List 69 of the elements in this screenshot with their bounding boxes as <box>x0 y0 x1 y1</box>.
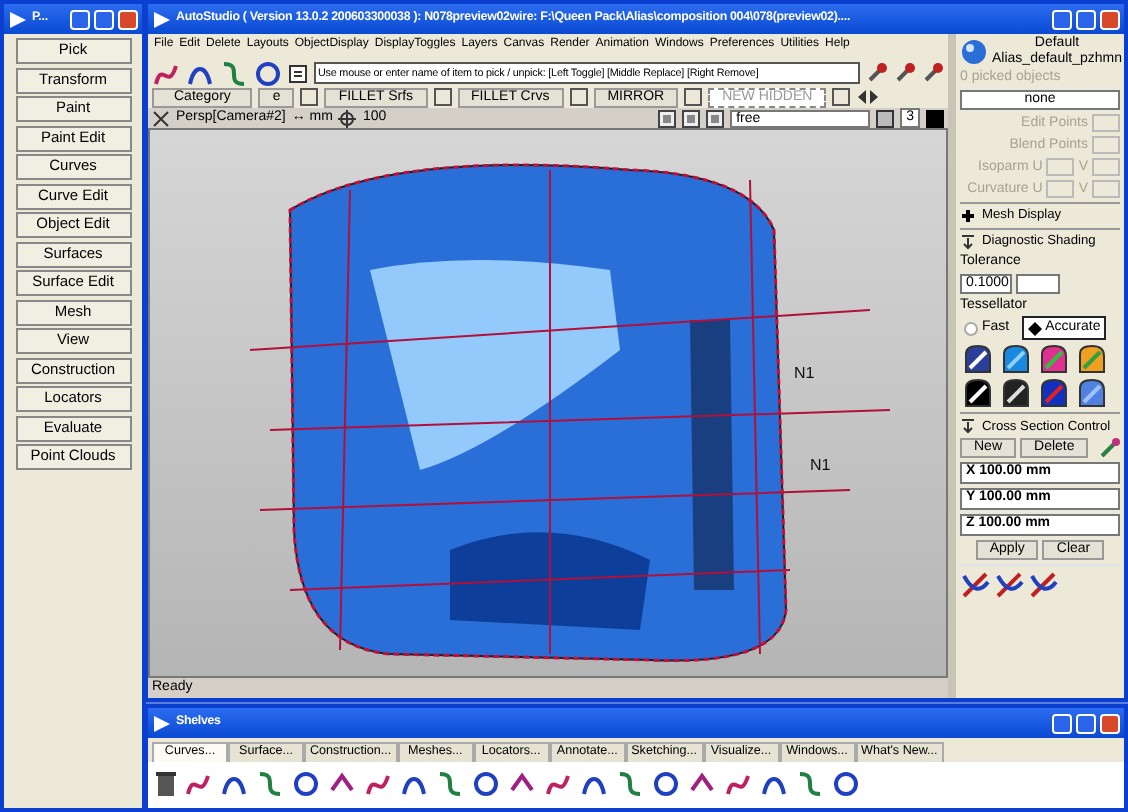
maximize-button[interactable] <box>1076 713 1096 733</box>
shader-sphere-icon[interactable] <box>960 37 988 66</box>
maximize-button[interactable] <box>94 9 114 29</box>
expanded-icon[interactable] <box>960 234 976 251</box>
node-label: N1 <box>794 364 815 382</box>
checkbox[interactable] <box>300 88 319 106</box>
section-tool-icon[interactable] <box>960 570 990 601</box>
number-field <box>1046 158 1075 177</box>
radio-icon[interactable] <box>1027 321 1042 336</box>
curve-tool-icon[interactable] <box>472 770 500 799</box>
curve-tool-icon[interactable] <box>832 770 860 799</box>
curve-tool-icon[interactable] <box>796 770 824 799</box>
checkbox[interactable] <box>684 88 703 106</box>
number-field <box>1092 180 1120 199</box>
pick-icon[interactable] <box>894 62 916 84</box>
shading-mode-icon[interactable] <box>1074 378 1108 409</box>
checkbox[interactable] <box>433 88 452 106</box>
close-button[interactable] <box>1100 9 1120 29</box>
curve-tool-icon[interactable] <box>364 770 392 799</box>
app-logo-icon <box>8 9 28 29</box>
list-icon[interactable] <box>288 63 308 83</box>
number-field <box>1092 136 1120 155</box>
pick-icon[interactable] <box>922 62 944 84</box>
curve-tool-icon[interactable] <box>544 770 572 799</box>
node-label: N1 <box>810 456 831 474</box>
curve-tool-icon[interactable] <box>652 770 680 799</box>
curve-tool-icon[interactable] <box>256 770 284 799</box>
view-tool-icon[interactable] <box>876 109 895 127</box>
shading-mode-icon[interactable] <box>998 378 1032 409</box>
curve-tool-icon[interactable] <box>724 770 752 799</box>
curve-tool-icon[interactable] <box>292 770 320 799</box>
curve-tool-icon[interactable] <box>184 770 212 799</box>
curve-tool-icon[interactable] <box>220 59 248 87</box>
maximize-button[interactable] <box>1076 9 1096 29</box>
shading-mode-icon[interactable] <box>960 378 994 409</box>
app-logo-icon <box>152 713 172 733</box>
close-icon[interactable] <box>152 109 170 127</box>
checkbox[interactable] <box>569 88 588 106</box>
curve-tool-icon[interactable] <box>616 770 644 799</box>
radio-icon[interactable] <box>964 321 978 336</box>
plus-icon[interactable] <box>960 208 976 225</box>
scroll-arrows-icon[interactable] <box>856 88 881 106</box>
color-swatch-icon[interactable] <box>926 109 944 127</box>
pick-icon[interactable] <box>866 62 888 84</box>
number-field <box>1092 114 1120 133</box>
zoom-icon[interactable] <box>338 109 357 127</box>
slider-field[interactable] <box>1016 273 1060 294</box>
number-field <box>1092 158 1120 177</box>
section-tool-icon[interactable] <box>994 570 1024 601</box>
expanded-icon[interactable] <box>960 418 976 435</box>
checkbox[interactable] <box>832 88 851 106</box>
section-tool-icon[interactable] <box>1028 570 1058 601</box>
shading-mode-icon[interactable] <box>1074 344 1108 375</box>
curve-tool-icon[interactable] <box>254 59 282 87</box>
viewport[interactable]: N1 N1 <box>148 128 948 678</box>
minimize-button[interactable] <box>1052 9 1072 29</box>
number-field <box>1046 180 1075 199</box>
app-logo-icon <box>152 9 172 29</box>
shading-mode-icon[interactable] <box>960 344 994 375</box>
close-button[interactable] <box>118 9 138 29</box>
close-button[interactable] <box>1100 713 1120 733</box>
curve-tool-icon[interactable] <box>436 770 464 799</box>
trash-icon[interactable] <box>156 772 176 797</box>
minimize-button[interactable] <box>1052 713 1072 733</box>
shading-mode-icon[interactable] <box>1036 378 1070 409</box>
shading-mode-icon[interactable] <box>998 344 1032 375</box>
pen-icon[interactable] <box>1100 438 1120 459</box>
shading-mode-icon[interactable] <box>1036 344 1070 375</box>
minimize-button[interactable] <box>70 9 90 29</box>
